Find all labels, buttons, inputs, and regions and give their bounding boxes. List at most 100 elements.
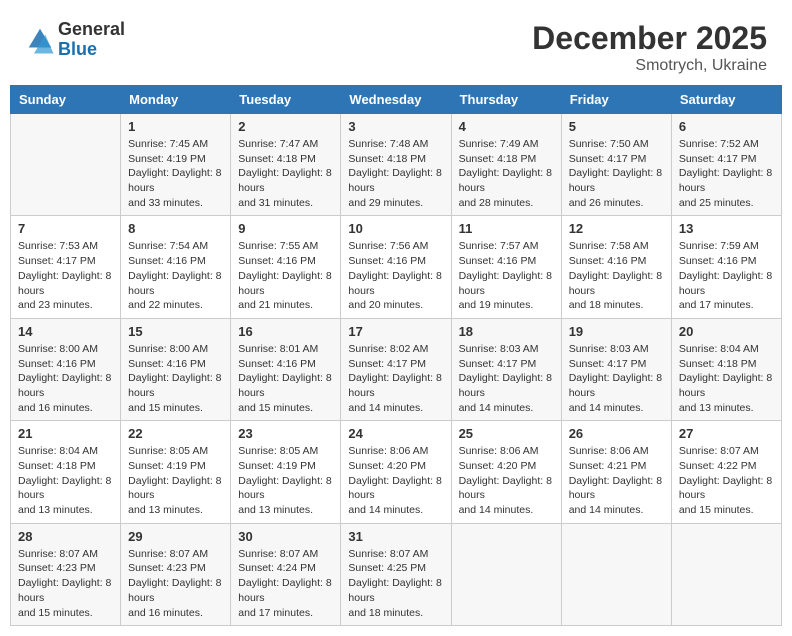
day-number: 5 — [569, 119, 664, 134]
day-number: 3 — [348, 119, 443, 134]
calendar-day-cell: 17 Sunrise: 8:02 AMSunset: 4:17 PMDayligh… — [341, 318, 451, 420]
calendar-header-thursday: Thursday — [451, 86, 561, 114]
day-number: 22 — [128, 426, 223, 441]
calendar-day-cell: 30 Sunrise: 8:07 AMSunset: 4:24 PMDayligh… — [231, 523, 341, 625]
day-info: Sunrise: 7:56 AMSunset: 4:16 PMDaylight:… — [348, 239, 443, 312]
calendar-day-cell: 23 Sunrise: 8:05 AMSunset: 4:19 PMDayligh… — [231, 421, 341, 523]
calendar-header-friday: Friday — [561, 86, 671, 114]
day-number: 20 — [679, 324, 774, 339]
day-number: 15 — [128, 324, 223, 339]
day-info: Sunrise: 8:07 AMSunset: 4:23 PMDaylight:… — [128, 547, 223, 620]
day-info: Sunrise: 8:06 AMSunset: 4:20 PMDaylight:… — [459, 444, 554, 517]
day-info: Sunrise: 8:05 AMSunset: 4:19 PMDaylight:… — [128, 444, 223, 517]
day-number: 30 — [238, 529, 333, 544]
day-number: 10 — [348, 221, 443, 236]
calendar-day-cell: 28 Sunrise: 8:07 AMSunset: 4:23 PMDayligh… — [11, 523, 121, 625]
day-info: Sunrise: 7:58 AMSunset: 4:16 PMDaylight:… — [569, 239, 664, 312]
calendar-header-tuesday: Tuesday — [231, 86, 341, 114]
day-info: Sunrise: 8:02 AMSunset: 4:17 PMDaylight:… — [348, 342, 443, 415]
calendar-header-row: SundayMondayTuesdayWednesdayThursdayFrid… — [11, 86, 782, 114]
logo-blue-text: Blue — [58, 40, 125, 60]
day-info: Sunrise: 8:07 AMSunset: 4:24 PMDaylight:… — [238, 547, 333, 620]
day-number: 28 — [18, 529, 113, 544]
day-number: 23 — [238, 426, 333, 441]
day-number: 24 — [348, 426, 443, 441]
calendar-day-cell: 18Sunrise: 8:03 AMSunset: 4:17 PMDayligh… — [451, 318, 561, 420]
day-number: 19 — [569, 324, 664, 339]
day-number: 29 — [128, 529, 223, 544]
day-info: Sunrise: 8:07 AMSunset: 4:22 PMDaylight:… — [679, 444, 774, 517]
day-number: 14 — [18, 324, 113, 339]
day-info: Sunrise: 8:06 AMSunset: 4:20 PMDaylight:… — [348, 444, 443, 517]
calendar-day-cell: 26 Sunrise: 8:06 AMSunset: 4:21 PMDayligh… — [561, 421, 671, 523]
day-info: Sunrise: 8:05 AMSunset: 4:19 PMDaylight:… — [238, 444, 333, 517]
calendar-day-cell: 12 Sunrise: 7:58 AMSunset: 4:16 PMDayligh… — [561, 216, 671, 318]
calendar-header-wednesday: Wednesday — [341, 86, 451, 114]
day-number: 7 — [18, 221, 113, 236]
calendar-day-cell — [451, 523, 561, 625]
day-number: 1 — [128, 119, 223, 134]
day-number: 16 — [238, 324, 333, 339]
calendar-day-cell: 14 Sunrise: 8:00 AMSunset: 4:16 PMDayligh… — [11, 318, 121, 420]
day-number: 21 — [18, 426, 113, 441]
day-number: 8 — [128, 221, 223, 236]
day-info: Sunrise: 7:54 AMSunset: 4:16 PMDaylight:… — [128, 239, 223, 312]
calendar-day-cell: 22 Sunrise: 8:05 AMSunset: 4:19 PMDayligh… — [121, 421, 231, 523]
logo-icon — [25, 25, 55, 55]
day-info: Sunrise: 7:50 AMSunset: 4:17 PMDaylight:… — [569, 137, 664, 210]
calendar-table: SundayMondayTuesdayWednesdayThursdayFrid… — [10, 85, 782, 626]
location-title: Smotrych, Ukraine — [532, 57, 767, 75]
calendar-day-cell: 31 Sunrise: 8:07 AMSunset: 4:25 PMDayligh… — [341, 523, 451, 625]
calendar-day-cell: 15 Sunrise: 8:00 AMSunset: 4:16 PMDayligh… — [121, 318, 231, 420]
day-number: 31 — [348, 529, 443, 544]
calendar-day-cell: 9Sunrise: 7:55 AMSunset: 4:16 PMDaylight… — [231, 216, 341, 318]
day-info: Sunrise: 7:55 AMSunset: 4:16 PMDaylight:… — [238, 239, 333, 312]
day-info: Sunrise: 8:04 AMSunset: 4:18 PMDaylight:… — [18, 444, 113, 517]
day-number: 4 — [459, 119, 554, 134]
logo: General Blue — [25, 20, 125, 60]
day-number: 26 — [569, 426, 664, 441]
calendar-day-cell — [11, 114, 121, 216]
calendar-week-row: 28 Sunrise: 8:07 AMSunset: 4:23 PMDayligh… — [11, 523, 782, 625]
day-info: Sunrise: 7:49 AMSunset: 4:18 PMDaylight:… — [459, 137, 554, 210]
calendar-week-row: 7Sunrise: 7:53 AMSunset: 4:17 PMDaylight… — [11, 216, 782, 318]
calendar-week-row: 14 Sunrise: 8:00 AMSunset: 4:16 PMDayligh… — [11, 318, 782, 420]
day-info: Sunrise: 8:07 AMSunset: 4:23 PMDaylight:… — [18, 547, 113, 620]
day-number: 12 — [569, 221, 664, 236]
logo-text: General Blue — [58, 20, 125, 60]
day-number: 27 — [679, 426, 774, 441]
day-number: 13 — [679, 221, 774, 236]
day-info: Sunrise: 8:03 AMSunset: 4:17 PMDaylight:… — [569, 342, 664, 415]
day-info: Sunrise: 7:45 AMSunset: 4:19 PMDaylight:… — [128, 137, 223, 210]
day-info: Sunrise: 8:06 AMSunset: 4:21 PMDaylight:… — [569, 444, 664, 517]
calendar-week-row: 1 Sunrise: 7:45 AMSunset: 4:19 PMDaylight… — [11, 114, 782, 216]
day-info: Sunrise: 7:48 AMSunset: 4:18 PMDaylight:… — [348, 137, 443, 210]
calendar-day-cell — [671, 523, 781, 625]
day-info: Sunrise: 7:47 AMSunset: 4:18 PMDaylight:… — [238, 137, 333, 210]
day-info: Sunrise: 8:07 AMSunset: 4:25 PMDaylight:… — [348, 547, 443, 620]
day-number: 6 — [679, 119, 774, 134]
day-info: Sunrise: 8:04 AMSunset: 4:18 PMDaylight:… — [679, 342, 774, 415]
day-number: 25 — [459, 426, 554, 441]
month-title: December 2025 — [532, 20, 767, 57]
calendar-day-cell: 20 Sunrise: 8:04 AMSunset: 4:18 PMDayligh… — [671, 318, 781, 420]
calendar-day-cell: 21 Sunrise: 8:04 AMSunset: 4:18 PMDayligh… — [11, 421, 121, 523]
calendar-day-cell: 13 Sunrise: 7:59 AMSunset: 4:16 PMDayligh… — [671, 216, 781, 318]
calendar-day-cell: 6 Sunrise: 7:52 AMSunset: 4:17 PMDaylight… — [671, 114, 781, 216]
calendar-day-cell: 8 Sunrise: 7:54 AMSunset: 4:16 PMDaylight… — [121, 216, 231, 318]
calendar-day-cell: 10 Sunrise: 7:56 AMSunset: 4:16 PMDayligh… — [341, 216, 451, 318]
calendar-day-cell: 25 Sunrise: 8:06 AMSunset: 4:20 PMDayligh… — [451, 421, 561, 523]
day-info: Sunrise: 8:00 AMSunset: 4:16 PMDaylight:… — [128, 342, 223, 415]
calendar-day-cell — [561, 523, 671, 625]
day-info: Sunrise: 7:59 AMSunset: 4:16 PMDaylight:… — [679, 239, 774, 312]
calendar-day-cell: 27 Sunrise: 8:07 AMSunset: 4:22 PMDayligh… — [671, 421, 781, 523]
calendar-day-cell: 7Sunrise: 7:53 AMSunset: 4:17 PMDaylight… — [11, 216, 121, 318]
day-info: Sunrise: 7:52 AMSunset: 4:17 PMDaylight:… — [679, 137, 774, 210]
day-number: 11 — [459, 221, 554, 236]
day-info: Sunrise: 7:57 AMSunset: 4:16 PMDaylight:… — [459, 239, 554, 312]
day-number: 17 — [348, 324, 443, 339]
day-info: Sunrise: 8:00 AMSunset: 4:16 PMDaylight:… — [18, 342, 113, 415]
logo-general-text: General — [58, 20, 125, 40]
calendar-day-cell: 19 Sunrise: 8:03 AMSunset: 4:17 PMDayligh… — [561, 318, 671, 420]
calendar-header-saturday: Saturday — [671, 86, 781, 114]
